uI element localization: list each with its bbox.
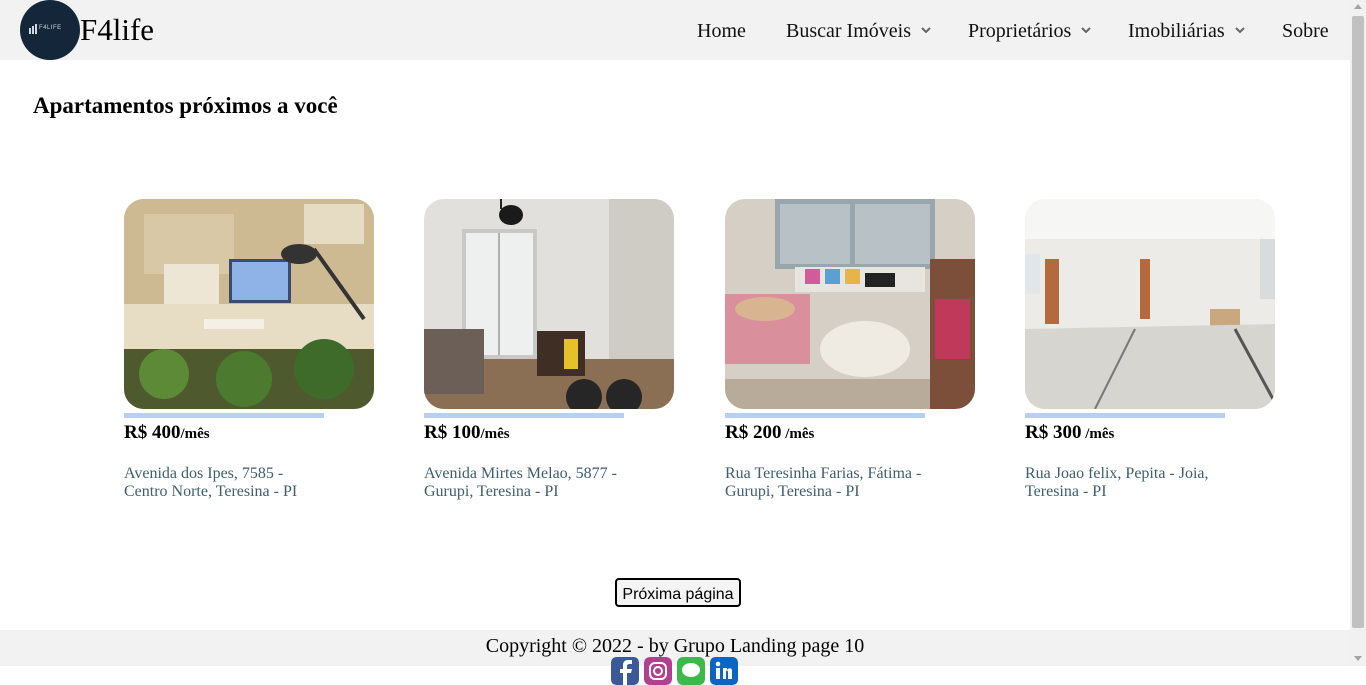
price-period: /mês	[1081, 426, 1115, 442]
price-value: R$ 400	[124, 422, 181, 443]
site-header: F4LIFE F4life Home Buscar Imóveis Propri…	[0, 0, 1350, 60]
listing-photo[interactable]	[124, 199, 374, 409]
nav-imobiliarias[interactable]: Imobiliárias	[1128, 19, 1245, 43]
listing-card[interactable]: R$ 400/mês Avenida dos Ipes, 7585 - Cent…	[124, 199, 374, 501]
price-period: /mês	[480, 426, 510, 442]
listing-price: R$ 300 /mês	[1025, 421, 1275, 446]
section-title: Apartamentos próximos a você	[33, 93, 338, 118]
chevron-down-icon	[1081, 27, 1092, 34]
nav-proprietarios[interactable]: Proprietários	[968, 19, 1092, 43]
copyright-text: Copyright © 2022 - by Grupo Landing page…	[485, 635, 865, 657]
listing-card[interactable]: R$ 200 /mês Rua Teresinha Farias, Fátima…	[725, 199, 975, 501]
nav-buscar-imoveis-label: Buscar Imóveis	[786, 20, 911, 42]
accent-bar	[424, 413, 624, 418]
nav-buscar-imoveis[interactable]: Buscar Imóveis	[786, 19, 931, 43]
accent-bar	[124, 413, 324, 418]
chevron-down-icon	[1234, 27, 1245, 34]
listing-address[interactable]: Rua Joao felix, Pepita - Joia, Teresina …	[1025, 465, 1225, 501]
price-period: /mês	[180, 426, 210, 442]
price-period: /mês	[781, 426, 815, 442]
chevron-down-icon	[921, 27, 931, 34]
listing-price: R$ 100/mês	[424, 421, 674, 446]
next-page-button[interactable]: Próxima página	[615, 578, 741, 607]
brand-name[interactable]: F4life	[80, 12, 154, 48]
price-value: R$ 200	[725, 422, 782, 443]
listing-photo[interactable]	[725, 199, 975, 409]
instagram-icon[interactable]	[644, 657, 672, 685]
listing-address[interactable]: Rua Teresinha Farias, Fátima - Gurupi, T…	[725, 465, 925, 501]
linkedin-icon[interactable]	[710, 657, 738, 685]
accent-bar	[1025, 413, 1225, 418]
nav-sobre-label: Sobre	[1282, 20, 1329, 42]
scrollbar-thumb[interactable]	[1352, 16, 1364, 628]
listing-price: R$ 200 /mês	[725, 421, 975, 446]
listing-card[interactable]: R$ 300 /mês Rua Joao felix, Pepita - Joi…	[1025, 199, 1275, 501]
nav-home-label: Home	[697, 20, 746, 42]
messages-icon[interactable]	[677, 657, 705, 685]
scroll-up-arrow-icon[interactable]	[1354, 4, 1362, 9]
logo-text: F4LIFE	[39, 25, 62, 31]
site-footer: Copyright © 2022 - by Grupo Landing page…	[0, 630, 1350, 685]
listing-address[interactable]: Avenida Mirtes Melao, 5877 - Gurupi, Ter…	[424, 465, 624, 501]
listing-photo[interactable]	[424, 199, 674, 409]
accent-bar	[725, 413, 925, 418]
nav-sobre[interactable]: Sobre	[1282, 19, 1329, 43]
nav-home[interactable]: Home	[697, 19, 746, 43]
price-value: R$ 300	[1025, 422, 1082, 443]
listing-card[interactable]: R$ 100/mês Avenida Mirtes Melao, 5877 - …	[424, 199, 674, 501]
logo[interactable]: F4LIFE	[20, 0, 80, 60]
facebook-icon[interactable]	[611, 657, 639, 685]
nav-imobiliarias-label: Imobiliárias	[1128, 20, 1225, 42]
price-value: R$ 100	[424, 422, 481, 443]
listing-address[interactable]: Avenida dos Ipes, 7585 - Centro Norte, T…	[124, 465, 324, 501]
listing-price: R$ 400/mês	[124, 421, 374, 446]
nav-proprietarios-label: Proprietários	[968, 20, 1072, 42]
scroll-down-arrow-icon[interactable]	[1354, 656, 1362, 661]
listing-photo[interactable]	[1025, 199, 1275, 409]
logo-bars-icon	[29, 24, 37, 34]
